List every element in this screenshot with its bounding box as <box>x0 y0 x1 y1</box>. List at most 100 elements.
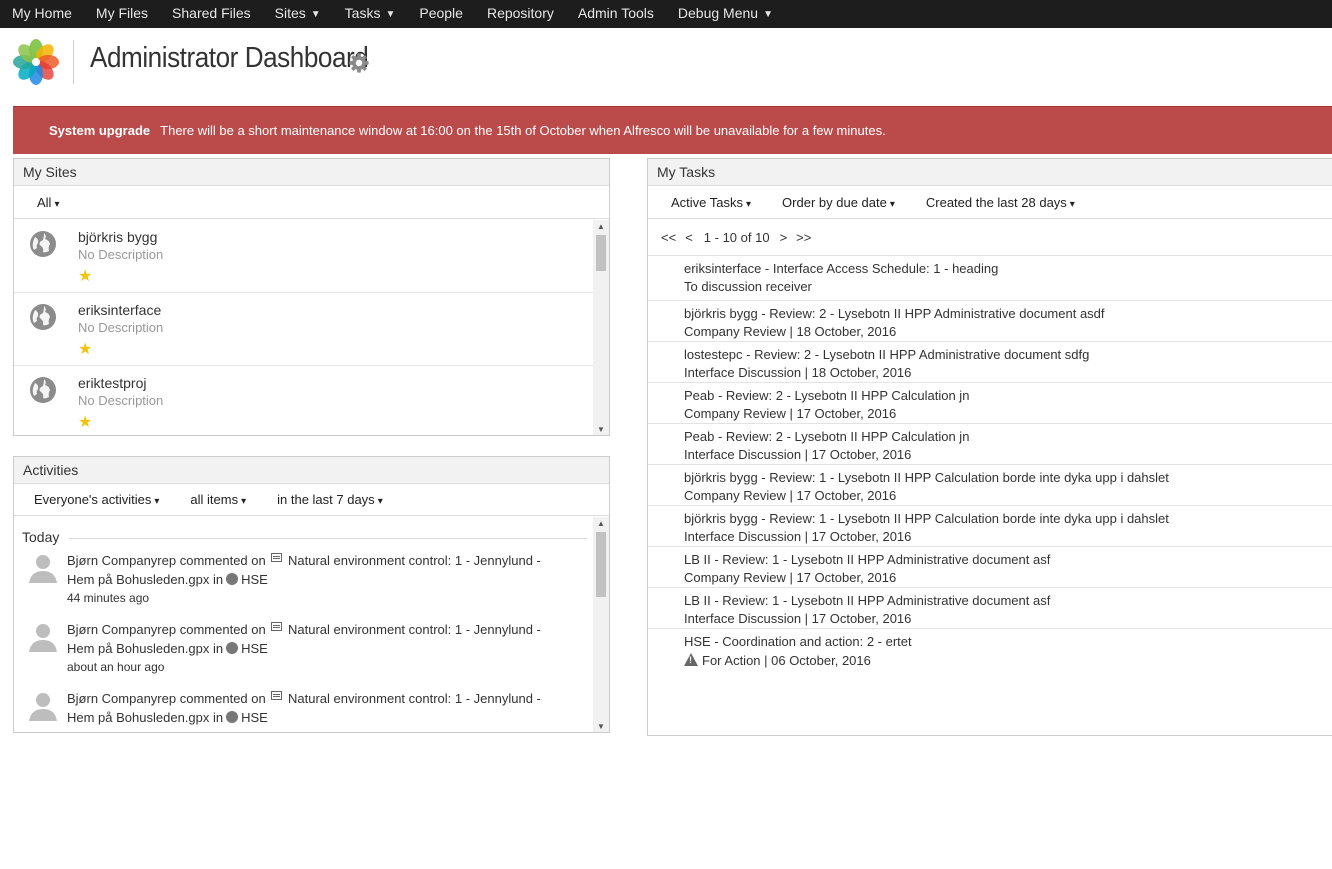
task-item[interactable]: björkris bygg - Review: 2 - Lysebotn II … <box>648 300 1332 341</box>
pager-first-button[interactable]: << <box>661 230 676 245</box>
dropdown-arrow-icon: ▾ <box>241 496 247 507</box>
filter-label: Everyone's activities <box>34 492 152 507</box>
task-item[interactable]: lostestepc - Review: 2 - Lysebotn II HPP… <box>648 341 1332 382</box>
task-item[interactable]: björkris bygg - Review: 1 - Lysebotn II … <box>648 505 1332 546</box>
sites-scrollbar[interactable]: ▲ ▼ <box>593 220 609 435</box>
task-title-link[interactable]: björkris bygg - Review: 1 - Lysebotn II … <box>684 511 1169 526</box>
site-item[interactable]: björkris bygg No Description ★ <box>14 220 593 293</box>
activities-item-filter[interactable]: all items ▾ <box>190 492 246 507</box>
nav-sites[interactable]: Sites ▼ <box>263 0 333 28</box>
task-title-link[interactable]: björkris bygg - Review: 1 - Lysebotn II … <box>684 470 1169 485</box>
site-name-link[interactable]: björkris bygg <box>78 229 157 245</box>
globe-icon <box>226 573 239 585</box>
favorite-star-icon[interactable]: ★ <box>78 266 92 286</box>
task-title-link[interactable]: eriksinterface - Interface Access Schedu… <box>684 261 998 276</box>
activity-site-link[interactable]: HSE <box>241 641 268 656</box>
activities-user-filter[interactable]: Everyone's activities ▾ <box>34 492 159 507</box>
scroll-down-icon[interactable]: ▼ <box>593 425 609 434</box>
task-item[interactable]: Peab - Review: 2 - Lysebotn II HPP Calcu… <box>648 382 1332 423</box>
activity-document-link[interactable]: Natural environment control: 1 - Jennylu… <box>288 622 541 637</box>
activity-document-link[interactable]: Hem på Bohusleden.gpx <box>67 641 209 656</box>
gear-icon[interactable] <box>348 52 370 74</box>
task-title-link[interactable]: lostestepc - Review: 2 - Lysebotn II HPP… <box>684 347 1089 362</box>
pager-next-button[interactable]: > <box>780 230 788 245</box>
page-title: Administrator Dashboard <box>90 42 369 74</box>
task-title-link[interactable]: LB II - Review: 1 - Lysebotn II HPP Admi… <box>684 593 1050 608</box>
dashlet-title: Activities <box>14 457 609 484</box>
activity-site-link[interactable]: HSE <box>241 710 268 725</box>
nav-people[interactable]: People <box>407 0 475 28</box>
nav-label: Debug Menu <box>677 5 759 21</box>
globe-icon <box>30 231 56 257</box>
task-item[interactable]: HSE - Coordination and action: 2 - ertet… <box>648 628 1332 669</box>
activity-document-link[interactable]: Natural environment control: 1 - Jennylu… <box>288 553 541 568</box>
activity-document-link[interactable]: Hem på Bohusleden.gpx <box>67 572 209 587</box>
my-tasks-toolbar: Active Tasks ▾ Order by due date ▾ Created… <box>648 186 1332 219</box>
scrollbar-thumb[interactable] <box>596 532 606 597</box>
task-title-link[interactable]: Peab - Review: 2 - Lysebotn II HPP Calcu… <box>684 429 969 444</box>
activities-scrollbar[interactable]: ▲ ▼ <box>593 517 609 732</box>
task-title-link[interactable]: Peab - Review: 2 - Lysebotn II HPP Calcu… <box>684 388 969 403</box>
favorite-star-icon[interactable]: ★ <box>78 412 92 432</box>
activity-user-link[interactable]: Bjørn Companyrep <box>67 691 176 706</box>
nav-tasks[interactable]: Tasks ▼ <box>333 0 408 28</box>
task-title-link[interactable]: HSE - Coordination and action: 2 - ertet <box>684 634 912 649</box>
site-item[interactable]: eriktestproj No Description ★ <box>14 366 593 435</box>
activity-document-link[interactable]: Hem på Bohusleden.gpx <box>67 710 209 725</box>
filter-label: in the last 7 days <box>277 492 375 507</box>
scroll-up-icon[interactable]: ▲ <box>593 519 609 528</box>
task-detail-row: For Action | 06 October, 2016 <box>684 652 871 668</box>
dropdown-arrow-icon: ▾ <box>889 198 895 210</box>
task-item[interactable]: Peab - Review: 2 - Lysebotn II HPP Calcu… <box>648 423 1332 464</box>
activity-item: Bjørn Companyrep commented on Natural en… <box>14 622 594 691</box>
task-item[interactable]: björkris bygg - Review: 1 - Lysebotn II … <box>648 464 1332 505</box>
nav-label: Repository <box>486 5 554 21</box>
pager-last-button[interactable]: >> <box>796 230 811 245</box>
sites-filter-dropdown[interactable]: All ▾ <box>37 195 59 210</box>
favorite-star-icon[interactable]: ★ <box>78 339 92 359</box>
site-item[interactable]: eriksinterface No Description ★ <box>14 293 593 366</box>
top-navigation-bar: My Home My Files Shared Files Sites ▼ Tas… <box>0 0 1332 28</box>
activity-action: commented on <box>179 622 266 637</box>
task-order-filter[interactable]: Order by due date ▾ <box>782 195 895 210</box>
scroll-up-icon[interactable]: ▲ <box>593 222 609 231</box>
nav-debug-menu[interactable]: Debug Menu ▼ <box>666 0 785 28</box>
activity-site-link[interactable]: HSE <box>241 572 268 587</box>
task-detail: Company Review | 17 October, 2016 <box>684 570 897 585</box>
activities-dashlet: Activities Everyone's activities ▾ all it… <box>13 456 610 733</box>
pager-prev-button[interactable]: < <box>685 230 693 245</box>
my-sites-dashlet: My Sites All ▾ björkris bygg No Descripti… <box>13 158 610 436</box>
nav-my-home[interactable]: My Home <box>0 0 84 28</box>
activity-user-link[interactable]: Bjørn Companyrep <box>67 553 176 568</box>
task-status-filter[interactable]: Active Tasks ▾ <box>671 195 751 210</box>
my-tasks-dashlet: My Tasks Active Tasks ▾ Order by due date… <box>647 158 1332 736</box>
alfresco-flower-logo-icon[interactable] <box>12 38 60 86</box>
site-name-link[interactable]: eriksinterface <box>78 302 161 318</box>
task-title-link[interactable]: björkris bygg - Review: 2 - Lysebotn II … <box>684 306 1105 321</box>
dropdown-arrow-icon: ▾ <box>154 496 160 507</box>
nav-admin-tools[interactable]: Admin Tools <box>566 0 666 28</box>
activity-in-word: in <box>213 572 224 587</box>
nav-shared-files[interactable]: Shared Files <box>160 0 263 28</box>
activity-document-link[interactable]: Natural environment control: 1 - Jennylu… <box>288 691 541 706</box>
site-name-link[interactable]: eriktestproj <box>78 375 146 391</box>
nav-my-files[interactable]: My Files <box>84 0 160 28</box>
task-item[interactable]: eriksinterface - Interface Access Schedu… <box>648 255 1332 296</box>
task-date-filter[interactable]: Created the last 28 days ▾ <box>926 195 1075 210</box>
task-item[interactable]: LB II - Review: 1 - Lysebotn II HPP Admi… <box>648 546 1332 587</box>
activities-range-filter[interactable]: in the last 7 days ▾ <box>277 492 383 507</box>
task-item[interactable]: LB II - Review: 1 - Lysebotn II HPP Admi… <box>648 587 1332 628</box>
activity-text-cont: Hem på Bohusleden.gpx in HSE <box>67 710 268 725</box>
nav-label: Tasks <box>344 5 381 21</box>
chevron-down-icon: ▼ <box>310 9 321 20</box>
scrollbar-thumb[interactable] <box>596 235 606 271</box>
nav-repository[interactable]: Repository <box>475 0 566 28</box>
scroll-down-icon[interactable]: ▼ <box>593 722 609 731</box>
activity-user-link[interactable]: Bjørn Companyrep <box>67 622 176 637</box>
avatar-icon <box>29 693 57 721</box>
task-detail: To discussion receiver <box>684 279 812 294</box>
warning-icon <box>684 653 698 666</box>
nav-label: Sites <box>274 5 306 21</box>
task-title-link[interactable]: LB II - Review: 1 - Lysebotn II HPP Admi… <box>684 552 1050 567</box>
dashlet-title: My Sites <box>14 159 609 186</box>
